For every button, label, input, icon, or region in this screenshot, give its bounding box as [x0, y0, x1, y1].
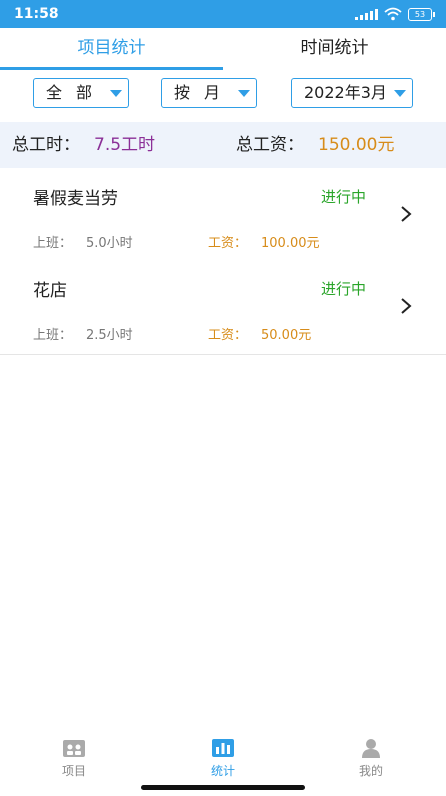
- status-time: 11:58: [14, 6, 59, 22]
- caret-down-icon: [238, 90, 250, 97]
- chart-icon: [212, 739, 234, 757]
- filter-bar: 全部 按月 2022年3月: [0, 70, 446, 120]
- signal-icon: [355, 8, 378, 20]
- status-icons: 53: [355, 7, 435, 21]
- project-icon: [63, 740, 85, 757]
- nav-item-stats[interactable]: 统计: [173, 738, 273, 779]
- status-bar: 11:58 53: [0, 0, 446, 28]
- tab-project-stats[interactable]: 项目统计: [0, 28, 223, 70]
- category-dropdown-value: 全部: [46, 83, 107, 102]
- summary-bar: 总工时： 7.5工时 总工资： 150.00元: [0, 122, 446, 168]
- user-icon: [362, 739, 380, 758]
- chevron-right-icon[interactable]: [396, 296, 416, 316]
- nav-label-stats: 统计: [210, 764, 235, 778]
- nav-item-project[interactable]: 项目: [24, 738, 124, 779]
- caret-down-icon: [110, 90, 122, 97]
- project-card[interactable]: 暑假麦当劳 进行中 上班： 5.0小时 工资： 100.00元: [0, 170, 446, 263]
- total-wage-label: 总工资：: [236, 135, 304, 155]
- nav-label-mine: 我的: [358, 764, 383, 778]
- project-name: 花店: [33, 281, 67, 301]
- wifi-icon: [384, 7, 402, 21]
- nav-item-mine[interactable]: 我的: [321, 738, 421, 779]
- project-status: 进行中: [321, 280, 367, 298]
- period-dropdown[interactable]: 按月: [161, 78, 257, 108]
- month-dropdown[interactable]: 2022年3月: [291, 78, 413, 108]
- total-hours-label: 总工时：: [12, 135, 80, 155]
- tab-time-stats[interactable]: 时间统计: [223, 28, 446, 70]
- category-dropdown[interactable]: 全部: [33, 78, 129, 108]
- pay-value: 100.00元: [261, 236, 320, 251]
- month-dropdown-value: 2022年3月: [304, 83, 387, 102]
- work-hours-label: 上班：: [33, 236, 73, 251]
- pay-label: 工资：: [208, 236, 248, 251]
- caret-down-icon: [394, 90, 406, 97]
- pay-value: 50.00元: [261, 328, 312, 343]
- work-hours-value: 5.0小时: [86, 236, 133, 251]
- nav-label-project: 项目: [61, 764, 86, 778]
- project-card[interactable]: 花店 进行中 上班： 2.5小时 工资： 50.00元: [0, 262, 446, 355]
- project-status: 进行中: [321, 188, 367, 206]
- work-hours-label: 上班：: [33, 328, 73, 343]
- battery-level: 53: [414, 9, 426, 19]
- project-name: 暑假麦当劳: [33, 189, 118, 209]
- total-wage-value: 150.00元: [318, 135, 395, 155]
- period-dropdown-value: 按月: [174, 83, 235, 102]
- top-tabs: 项目统计 时间统计: [0, 28, 446, 70]
- total-hours-value: 7.5工时: [94, 135, 156, 155]
- work-hours-value: 2.5小时: [86, 328, 133, 343]
- chevron-right-icon[interactable]: [396, 204, 416, 224]
- battery-icon: 53: [408, 7, 435, 21]
- pay-label: 工资：: [208, 328, 248, 343]
- home-indicator: [141, 785, 305, 790]
